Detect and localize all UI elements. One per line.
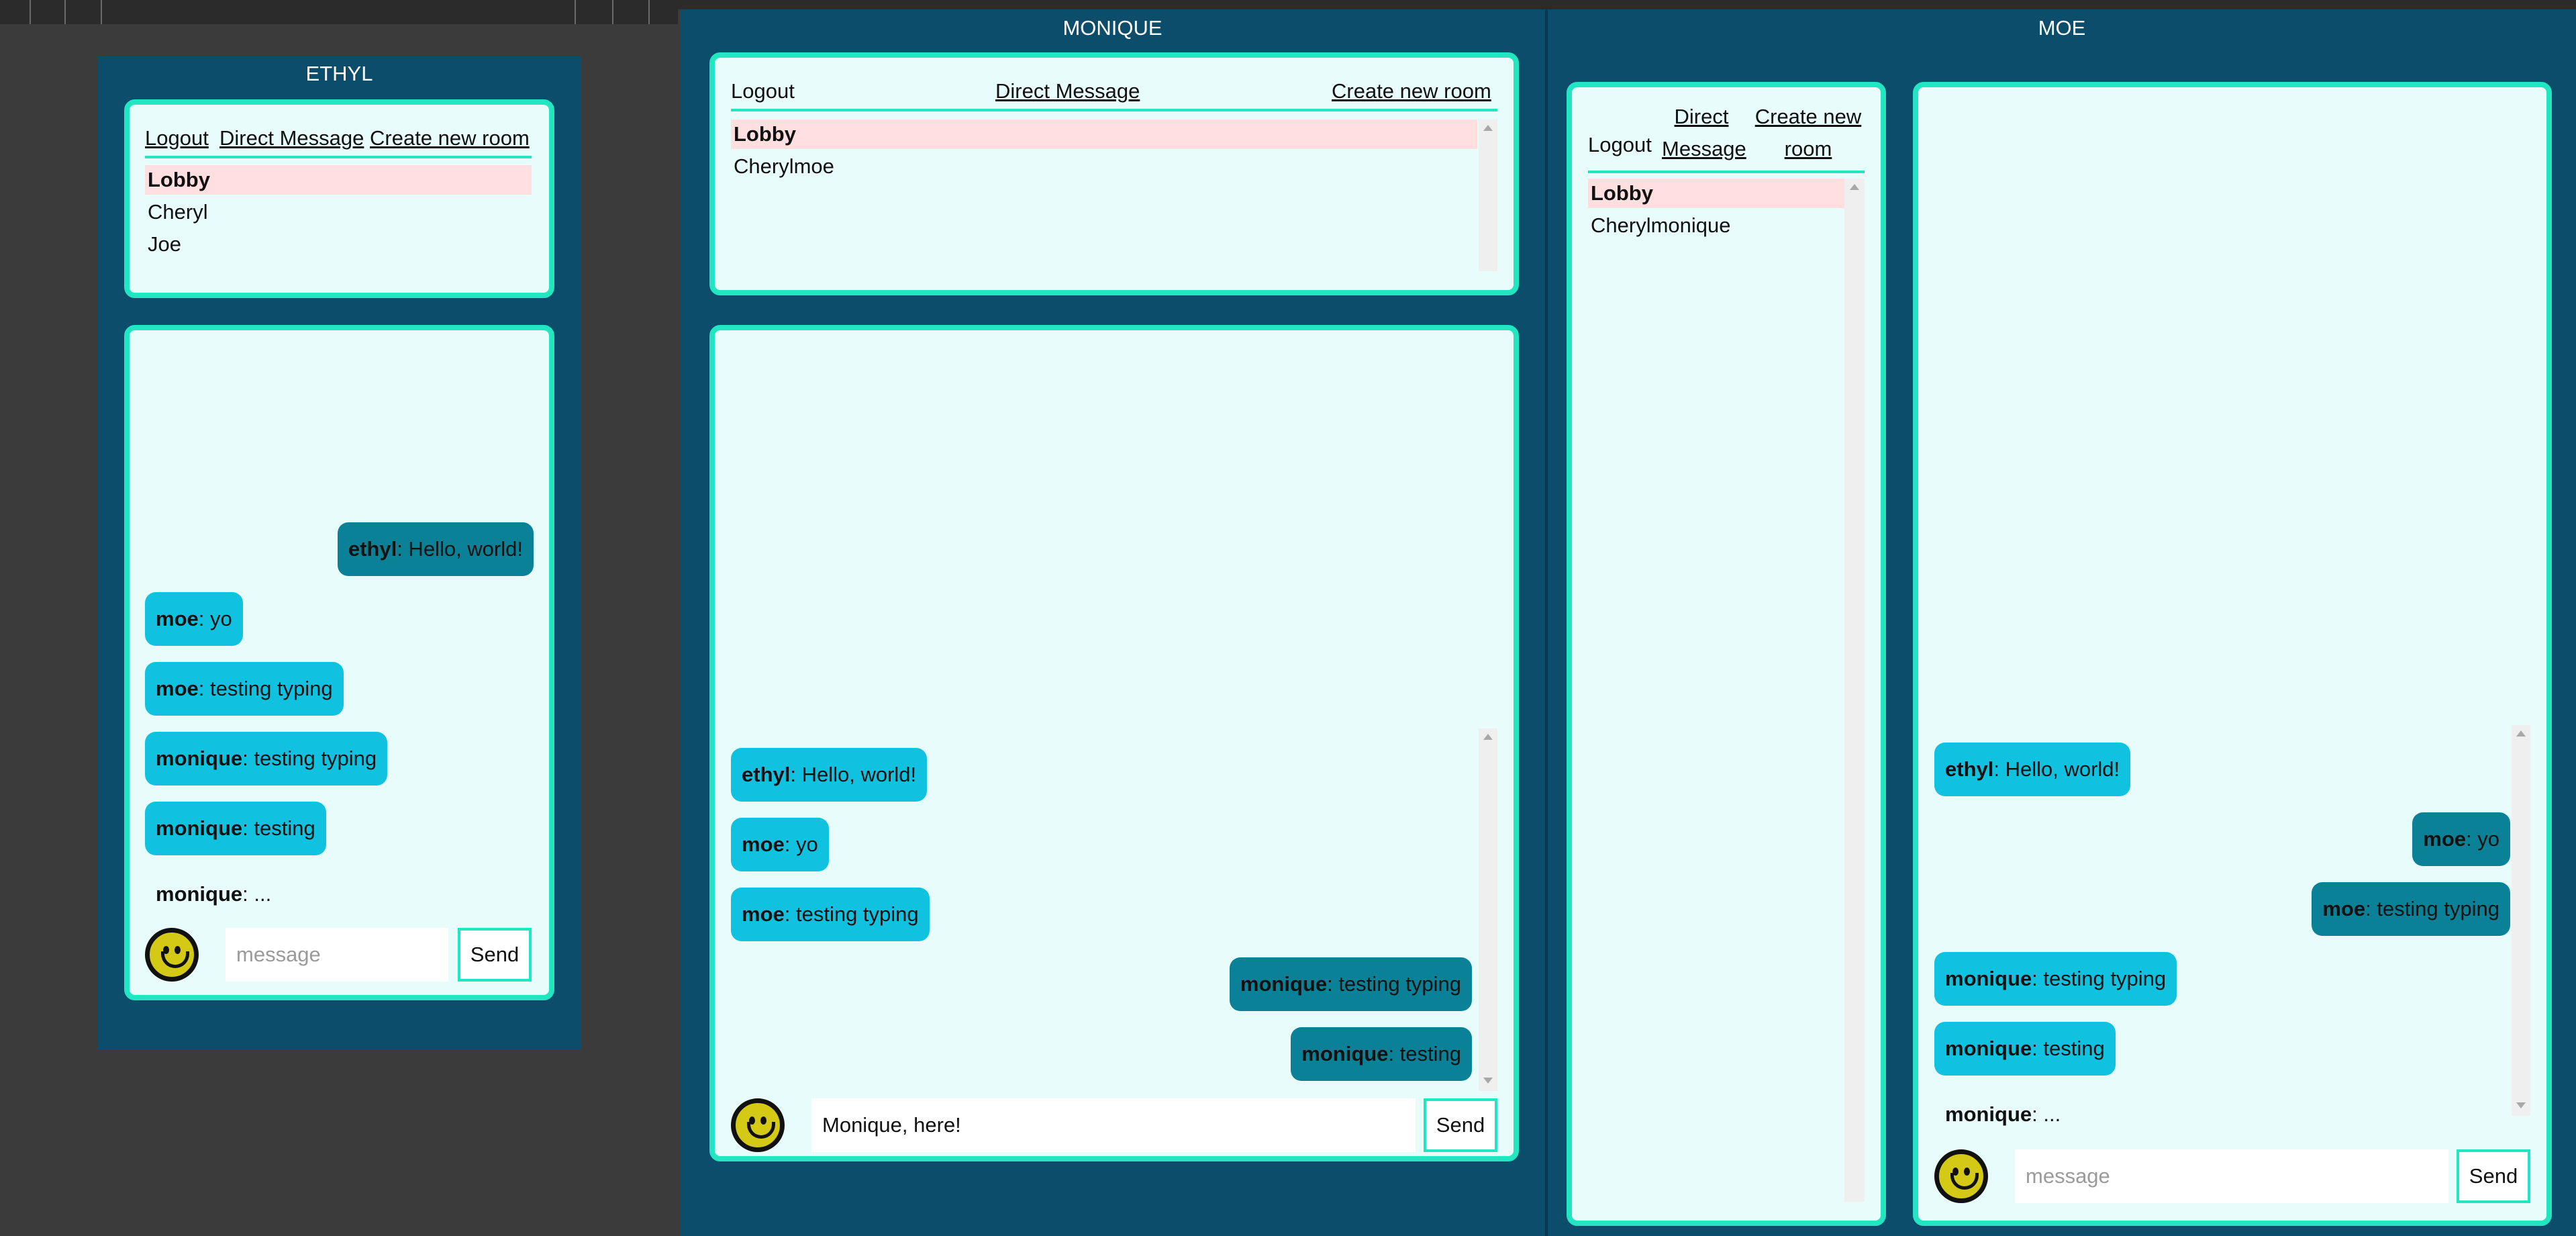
typing-indicator: monique: ... <box>1945 1102 2061 1126</box>
message-bubble-incoming: monique: testing typing <box>1934 952 2177 1006</box>
message-bubble-outgoing: monique: testing typing <box>1229 957 1472 1011</box>
send-button[interactable]: Send <box>458 928 532 982</box>
toolbar-divider <box>30 0 31 24</box>
room-item-lobby[interactable]: Lobby <box>145 165 532 195</box>
message-bubble-incoming: moe: yo <box>145 592 243 646</box>
logout-link[interactable]: Logout <box>731 79 795 103</box>
logout-link[interactable]: Logout <box>1588 133 1652 157</box>
send-button[interactable]: Send <box>1424 1098 1497 1152</box>
create-new-room-link[interactable]: Create new room <box>1332 79 1491 103</box>
message-bubble-outgoing: ethyl: Hello, world! <box>337 522 534 576</box>
direct-message-link-line[interactable]: Direct <box>1662 101 1741 133</box>
room-item-joe[interactable]: Joe <box>145 230 181 259</box>
ethyl-window: ETHYL Logout Direct Message Create new r… <box>97 56 581 1050</box>
smiley-mouth <box>747 1122 775 1139</box>
message-bubble-incoming: monique: testing <box>145 802 326 855</box>
toolbar-divider <box>101 0 102 24</box>
message-input[interactable] <box>226 928 448 982</box>
toolbar-divider <box>575 0 576 24</box>
rooms-scrollbar[interactable] <box>1844 179 1865 1202</box>
scroll-up-arrow-icon[interactable] <box>2516 730 2526 736</box>
message-bubble-outgoing: moe: testing typing <box>2312 882 2510 936</box>
direct-message-link[interactable]: Direct Message <box>995 79 1140 103</box>
message-bubble-incoming: monique: testing <box>1934 1022 2116 1076</box>
smiley-emoji-icon[interactable] <box>1934 1149 1988 1203</box>
room-item-cherylmoe[interactable]: Cherylmoe <box>731 152 834 181</box>
room-item-lobby[interactable]: Lobby <box>731 120 1477 149</box>
scroll-down-arrow-icon[interactable] <box>1483 1078 1493 1084</box>
rooms-panel: Logout Direct Message Create new room Lo… <box>709 52 1519 295</box>
typing-indicator: monique: ... <box>156 882 272 906</box>
chat-scrollbar[interactable] <box>2512 725 2530 1116</box>
room-item-lobby[interactable]: Lobby <box>1588 179 1844 208</box>
send-button[interactable]: Send <box>2457 1149 2530 1203</box>
smiley-mouth <box>1950 1173 1979 1190</box>
scroll-down-arrow-icon[interactable] <box>2516 1102 2526 1108</box>
message-input[interactable] <box>2015 1149 2448 1203</box>
room-item-cheryl[interactable]: Cheryl <box>145 197 208 227</box>
toolbar-divider <box>612 0 613 24</box>
rooms-panel: Logout Direct Message Create new room Lo… <box>1567 82 1886 1226</box>
direct-message-link[interactable]: Direct Message <box>219 126 364 150</box>
create-new-room-link[interactable]: Create new room <box>370 126 530 150</box>
nav-divider <box>731 109 1497 111</box>
chat-scrollbar[interactable] <box>1479 728 1497 1091</box>
nav-divider <box>145 156 532 158</box>
message-bubble-incoming: ethyl: Hello, world! <box>731 748 928 802</box>
window-title: MONIQUE <box>1062 16 1162 40</box>
message-bubble-incoming: moe: testing typing <box>731 888 930 941</box>
message-bubble-outgoing: moe: yo <box>2412 812 2510 866</box>
create-new-room-link-line[interactable]: room <box>1752 133 1865 165</box>
message-bubble-outgoing: monique: testing <box>1291 1027 1472 1081</box>
scroll-up-arrow-icon[interactable] <box>1483 125 1493 131</box>
smiley-mouth <box>161 951 189 968</box>
message-bubble-incoming: moe: testing typing <box>145 662 344 716</box>
window-title: MOE <box>2038 16 2086 40</box>
top-toolbar-strip <box>0 0 678 24</box>
window-title: ETHYL <box>305 62 373 85</box>
toolbar-divider <box>648 0 650 24</box>
rooms-scrollbar[interactable] <box>1479 120 1497 271</box>
scroll-up-arrow-icon[interactable] <box>1483 734 1493 740</box>
chat-panel: ethyl: Hello, world! moe: yo moe: testin… <box>1913 82 2552 1226</box>
smiley-emoji-icon[interactable] <box>731 1098 785 1152</box>
rooms-panel: Logout Direct Message Create new room Lo… <box>124 99 554 298</box>
scroll-up-arrow-icon[interactable] <box>1850 184 1859 190</box>
message-input[interactable] <box>811 1098 1416 1152</box>
message-bubble-incoming: monique: testing typing <box>145 732 388 786</box>
direct-message-link[interactable]: Direct Message <box>1662 101 1746 165</box>
toolbar-divider <box>64 0 66 24</box>
message-bubble-incoming: moe: yo <box>731 818 829 871</box>
logout-link[interactable]: Logout <box>145 126 209 150</box>
message-bubble-incoming: ethyl: Hello, world! <box>1934 743 2131 796</box>
smiley-emoji-icon[interactable] <box>145 928 199 982</box>
create-new-room-link-line[interactable]: Create new <box>1752 101 1865 133</box>
moe-window: MOE Logout Direct Message Create new roo… <box>1548 9 2576 1236</box>
monique-window: MONIQUE Logout Direct Message Create new… <box>680 9 1545 1236</box>
direct-message-link-line[interactable]: Message <box>1662 133 1746 165</box>
create-new-room-link[interactable]: Create new room <box>1752 101 1865 165</box>
nav-divider <box>1588 171 1865 173</box>
top-toolbar-strip <box>678 0 2576 9</box>
chat-panel: ethyl: Hello, world! moe: yo moe: testin… <box>124 325 554 1000</box>
room-item-cherylmonique[interactable]: Cherylmonique <box>1588 211 1731 240</box>
chat-panel: ethyl: Hello, world! moe: yo moe: testin… <box>709 325 1519 1161</box>
